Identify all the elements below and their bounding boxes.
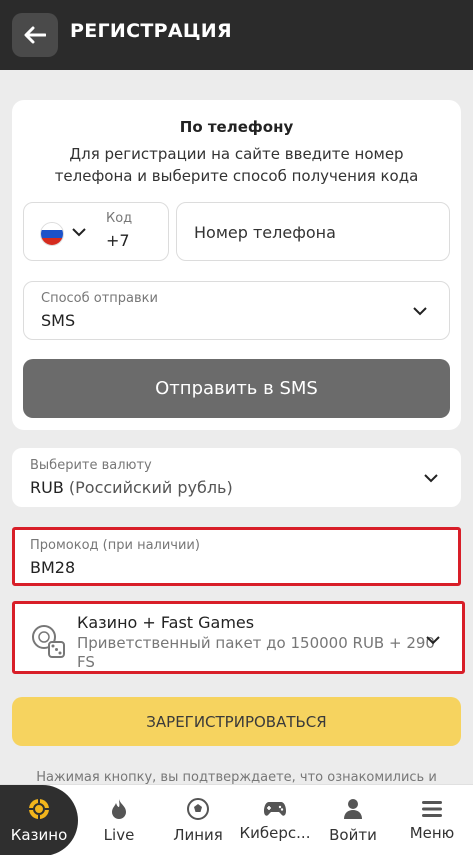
bonus-description-line1: Приветственный пакет до 150000 RUB + 290 [77,634,435,652]
nav-label: Киберс... [239,823,311,842]
register-button[interactable]: ЗАРЕГИСТРИРОВАТЬСЯ [12,697,461,746]
fire-icon [112,798,126,819]
phone-section-title: По телефону [179,118,294,136]
promo-label: Промокод (при наличии) [30,538,200,553]
bottom-navigation: Казино Live Линия Киберс... Войти Меню [0,784,473,855]
bonus-select[interactable]: Казино + Fast Games Приветственный пакет… [12,601,465,674]
promo-value: BM28 [30,558,76,577]
nav-label: Казино [10,825,68,844]
bonus-description-line2: FS [77,653,95,671]
page-title: РЕГИСТРАЦИЯ [70,20,232,42]
casino-dice-icon [32,625,65,658]
nav-item-live[interactable]: Live [88,785,150,855]
chevron-down-icon [424,474,438,483]
delivery-method-select[interactable]: Способ отправки SMS [23,281,450,340]
phone-number-placeholder: Номер телефона [194,223,336,242]
casino-chip-icon [29,798,49,819]
chevron-down-icon [72,228,86,237]
nav-label: Live [103,825,135,844]
nav-item-login[interactable]: Войти [323,785,383,855]
nav-item-casino[interactable]: Казино [0,785,78,855]
gamepad-icon [264,801,286,816]
chevron-down-icon [426,636,440,645]
arrow-left-icon [24,26,46,44]
delivery-value: SMS [41,311,76,330]
code-value: +7 [106,231,130,250]
menu-icon [422,800,442,817]
phone-number-input[interactable]: Номер телефона [176,202,450,261]
nav-label: Войти [329,825,377,844]
nav-item-esports[interactable]: Киберс... [237,785,313,855]
bonus-title: Казино + Fast Games [77,613,255,632]
user-icon [344,798,362,819]
nav-label: Меню [409,823,455,842]
chevron-down-icon [413,307,427,316]
nav-item-line[interactable]: Линия [164,785,232,855]
russia-flag-icon [40,222,64,246]
back-button[interactable] [12,13,58,57]
football-icon [187,797,209,820]
phone-section-description: Для регистрации на сайте введите номер т… [54,145,419,185]
top-bar: РЕГИСТРАЦИЯ [0,0,473,70]
currency-label: Выберите валюту [30,458,152,473]
promo-code-input[interactable]: Промокод (при наличии) BM28 [12,527,461,586]
nav-item-menu[interactable]: Меню [401,785,463,855]
terms-disclaimer: Нажимая кнопку, вы подтверждаете, что оз… [36,770,437,785]
nav-label: Линия [173,825,223,844]
currency-code: RUB [30,478,64,497]
delivery-label: Способ отправки [41,291,158,306]
currency-value: RUB (Российский рубль) [30,478,233,497]
currency-name: (Российский рубль) [68,478,233,497]
country-code-select[interactable]: Код +7 [23,202,169,261]
code-label: Код [106,211,133,226]
send-sms-button[interactable]: Отправить в SMS [23,359,450,418]
currency-select[interactable]: Выберите валюту RUB (Российский рубль) [12,448,461,507]
